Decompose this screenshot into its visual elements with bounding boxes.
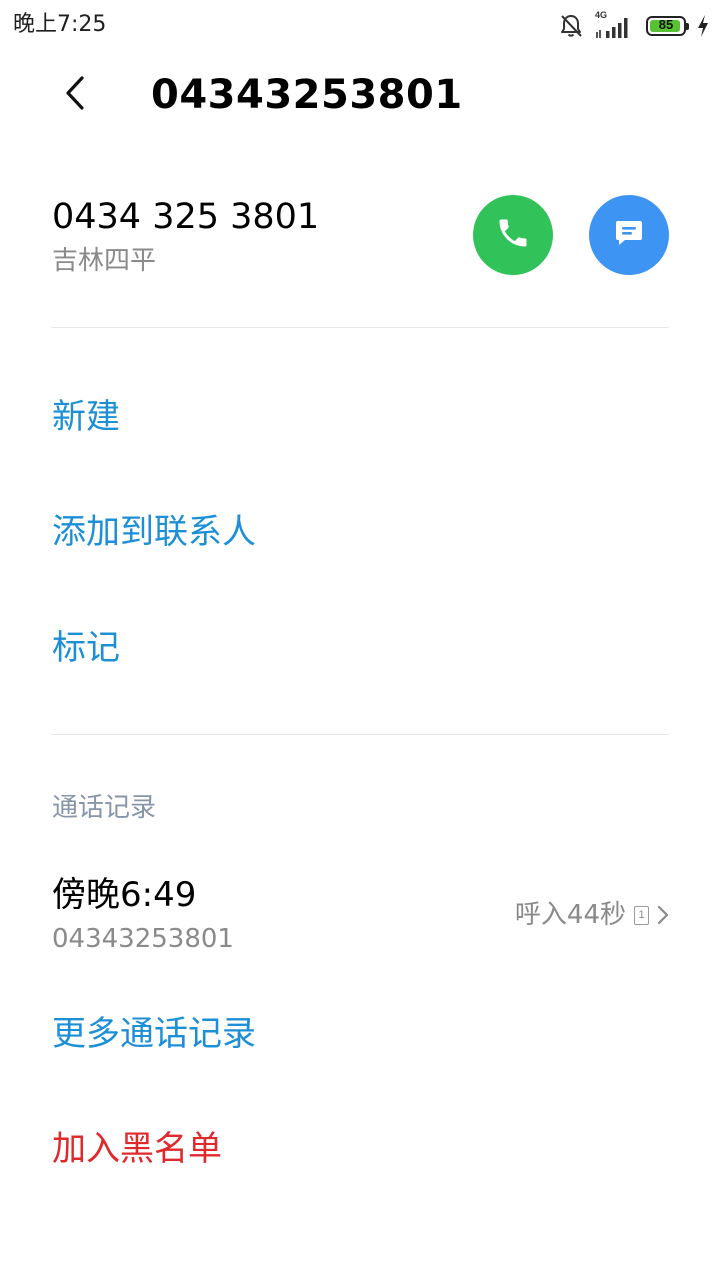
add-to-contacts-link[interactable]: 添加到联系人 [52,510,256,554]
signal-icon: 4G [594,10,634,40]
battery-tip [686,23,689,30]
new-contact-link[interactable]: 新建 [52,395,120,439]
bell-off-icon [558,13,584,39]
battery-level: 85 [658,17,674,32]
battery-icon: 85 [646,16,689,36]
chevron-right-icon [657,904,669,926]
back-arrow-icon [62,75,88,115]
divider [51,327,669,328]
back-button[interactable] [50,70,100,120]
sim-card-icon: 1 [634,905,649,925]
divider [51,734,669,735]
charging-icon [696,14,710,38]
status-bar: 晚上7:25 4G 85 [0,0,720,52]
sim-slot-number: 1 [638,908,645,921]
message-icon [612,216,646,254]
call-log-detail[interactable]: 呼入44秒 1 [515,897,669,933]
number-location: 吉林四平 [52,246,157,276]
formatted-number: 0434 325 3801 [52,197,320,237]
call-log-number: 04343253801 [52,924,234,954]
call-log-time: 傍晚6:49 [52,875,197,915]
mark-number-link[interactable]: 标记 [52,626,120,670]
call-log-section-title: 通话记录 [52,793,157,823]
call-button[interactable] [473,195,553,275]
page-title: 04343253801 [151,72,463,118]
status-time: 晚上7:25 [13,12,107,37]
network-type: 4G [595,10,608,20]
add-to-blacklist-link[interactable]: 加入黑名单 [52,1127,222,1171]
message-button[interactable] [589,195,669,275]
call-log-duration: 呼入44秒 [514,900,626,930]
more-call-log-link[interactable]: 更多通话记录 [52,1012,256,1056]
call-detail-screen: 晚上7:25 4G 85 04343253801 0434 325 3801 吉… [0,0,720,1280]
phone-icon [495,215,531,255]
status-icons: 4G 85 [558,10,710,42]
